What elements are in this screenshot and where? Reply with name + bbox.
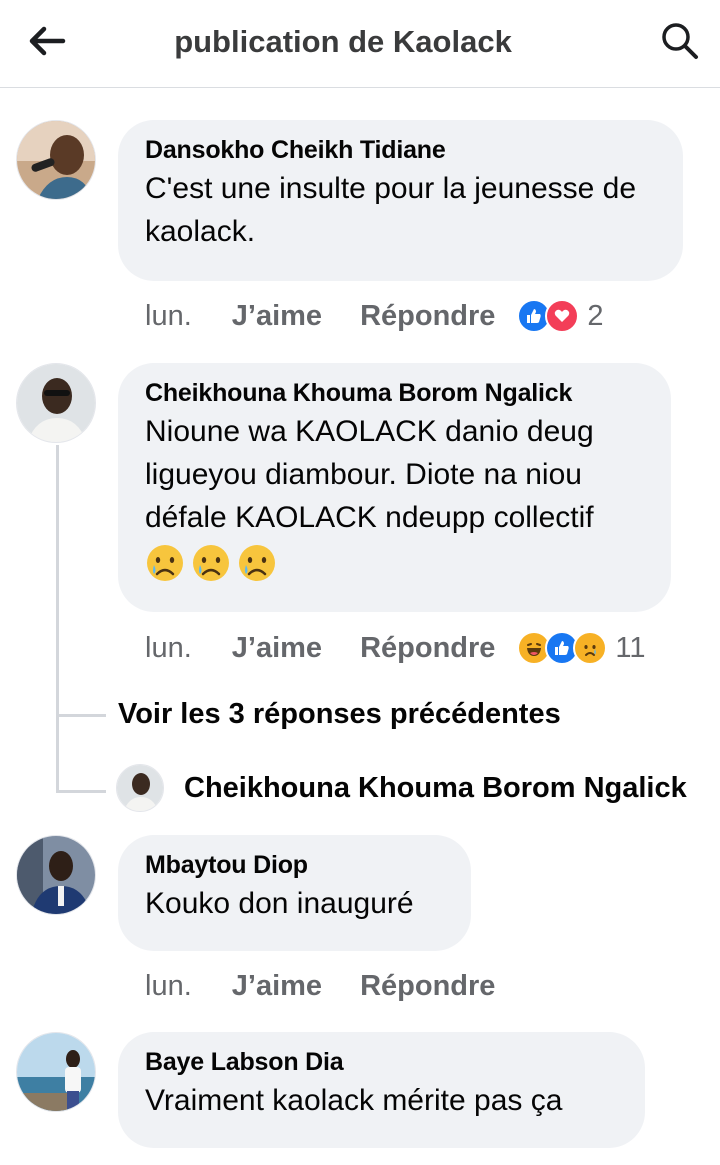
page-title: publication de Kaolack [174, 24, 512, 59]
view-previous-replies-link[interactable]: Voir les 3 réponses précédentes [118, 698, 561, 731]
avatar[interactable] [16, 1032, 96, 1112]
reaction-count: 11 [615, 631, 646, 664]
reply-author: Cheikhouna Khouma Borom Ngalick [184, 771, 687, 804]
thread-line [56, 445, 59, 793]
like-button[interactable]: J’aime [232, 632, 322, 665]
comment-time[interactable]: lun. [145, 970, 192, 1003]
comment-bubble: Mbaytou Diop Kouko don inauguré [118, 835, 471, 951]
love-reaction-icon [545, 299, 580, 333]
reaction-count: 2 [587, 299, 604, 332]
comment-time[interactable]: lun. [145, 632, 192, 665]
reactions-summary[interactable]: 2 [517, 299, 604, 333]
reactions-summary[interactable]: 11 [517, 631, 646, 665]
reply-button[interactable]: Répondre [360, 300, 495, 333]
avatar [116, 764, 164, 812]
reply-button[interactable]: Répondre [360, 632, 495, 665]
comment-bubble: Baye Labson Dia Vraiment kaolack mérite … [118, 1032, 645, 1148]
avatar[interactable] [16, 120, 96, 200]
sad-reaction-icon [573, 631, 608, 665]
comment-author[interactable]: Dansokho Cheikh Tidiane [145, 136, 655, 165]
comment-text: Kouko don inauguré [145, 887, 414, 920]
comment-author[interactable]: Mbaytou Diop [145, 851, 443, 880]
comment-actions: lun. J’aime Répondre [145, 966, 517, 1006]
search-icon[interactable] [655, 18, 705, 64]
crying-face-emoji [147, 545, 183, 581]
thread-connector [56, 714, 106, 717]
reply-preview[interactable]: Cheikhouna Khouma Borom Ngalick [116, 764, 687, 812]
comment-actions: lun. J’aime Répondre 2 [145, 296, 604, 336]
comment-time[interactable]: lun. [145, 300, 192, 333]
thread-connector [56, 790, 106, 793]
reply-button[interactable]: Répondre [360, 970, 495, 1003]
avatar[interactable] [16, 835, 96, 915]
comment-text: C'est une insulte pour la jeunesse de ka… [145, 172, 637, 248]
crying-face-emoji [193, 545, 229, 581]
comment-author[interactable]: Cheikhouna Khouma Borom Ngalick [145, 379, 643, 408]
comment-bubble: Dansokho Cheikh Tidiane C'est une insult… [118, 120, 683, 281]
top-bar: publication de Kaolack [0, 0, 720, 88]
emoji-row [145, 543, 643, 583]
comment-text: Vraiment kaolack mérite pas ça [145, 1084, 563, 1117]
comment-actions: lun. J’aime Répondre 11 [145, 628, 646, 668]
comment-bubble: Cheikhouna Khouma Borom Ngalick Nioune w… [118, 363, 671, 612]
comment-author[interactable]: Baye Labson Dia [145, 1048, 617, 1077]
like-button[interactable]: J’aime [232, 970, 322, 1003]
crying-face-emoji [239, 545, 275, 581]
comment-text: Nioune wa KAOLACK danio deug ligueyou di… [145, 415, 594, 534]
avatar[interactable] [16, 363, 96, 443]
like-button[interactable]: J’aime [232, 300, 322, 333]
